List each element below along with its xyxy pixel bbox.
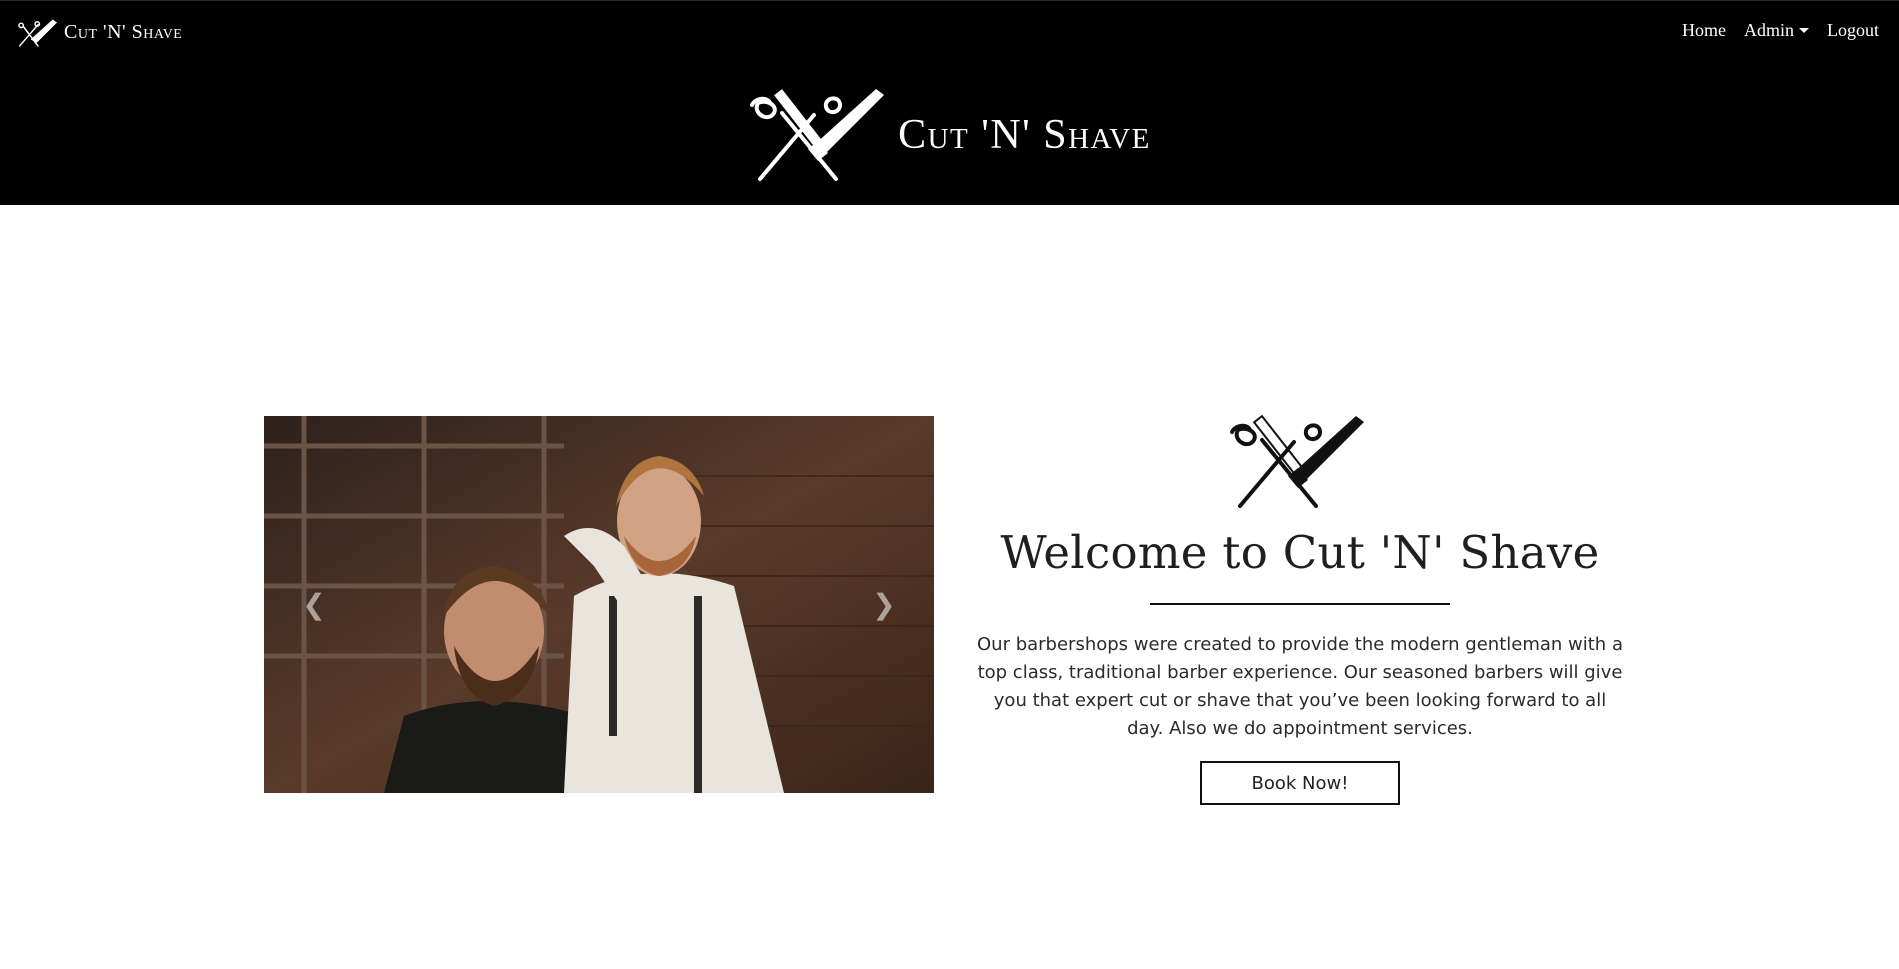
banner-title: Cut 'N' Shave (898, 112, 1151, 158)
scissors-razor-logo-icon (16, 15, 60, 49)
chevron-left-icon: ❮ (302, 589, 326, 620)
carousel-next-button[interactable]: ❯ (864, 575, 904, 635)
scissors-razor-logo-icon (748, 83, 892, 183)
scissors-razor-logo-icon (1228, 410, 1372, 510)
chevron-right-icon: ❯ (872, 589, 896, 620)
welcome-section: Welcome to Cut 'N' Shave Our barbershops… (970, 410, 1630, 805)
welcome-description: Our barbershops were created to provide … (977, 634, 1623, 739)
image-carousel: ❮ ❯ (264, 416, 934, 793)
nav-admin-dropdown[interactable]: Admin (1744, 20, 1809, 41)
heading-divider (1150, 603, 1450, 605)
barber-photo (264, 416, 934, 793)
main-nav: Home Admin Logout (1682, 20, 1879, 41)
navbar-brand[interactable]: Cut 'N' Shave (16, 15, 182, 49)
hero-banner: Cut 'N' Shave (0, 83, 1899, 183)
nav-logout-link[interactable]: Logout (1827, 20, 1879, 41)
nav-admin-label: Admin (1743, 20, 1794, 40)
book-now-button[interactable]: Book Now! (1200, 761, 1400, 805)
welcome-heading: Welcome to Cut 'N' Shave (1000, 526, 1600, 579)
brand-name: Cut 'N' Shave (64, 20, 183, 43)
carousel-prev-button[interactable]: ❮ (294, 575, 334, 635)
nav-home-link[interactable]: Home (1682, 20, 1726, 41)
site-header: Cut 'N' Shave Home Admin Logout Cut 'N' … (0, 0, 1899, 205)
caret-down-icon (1799, 28, 1809, 33)
